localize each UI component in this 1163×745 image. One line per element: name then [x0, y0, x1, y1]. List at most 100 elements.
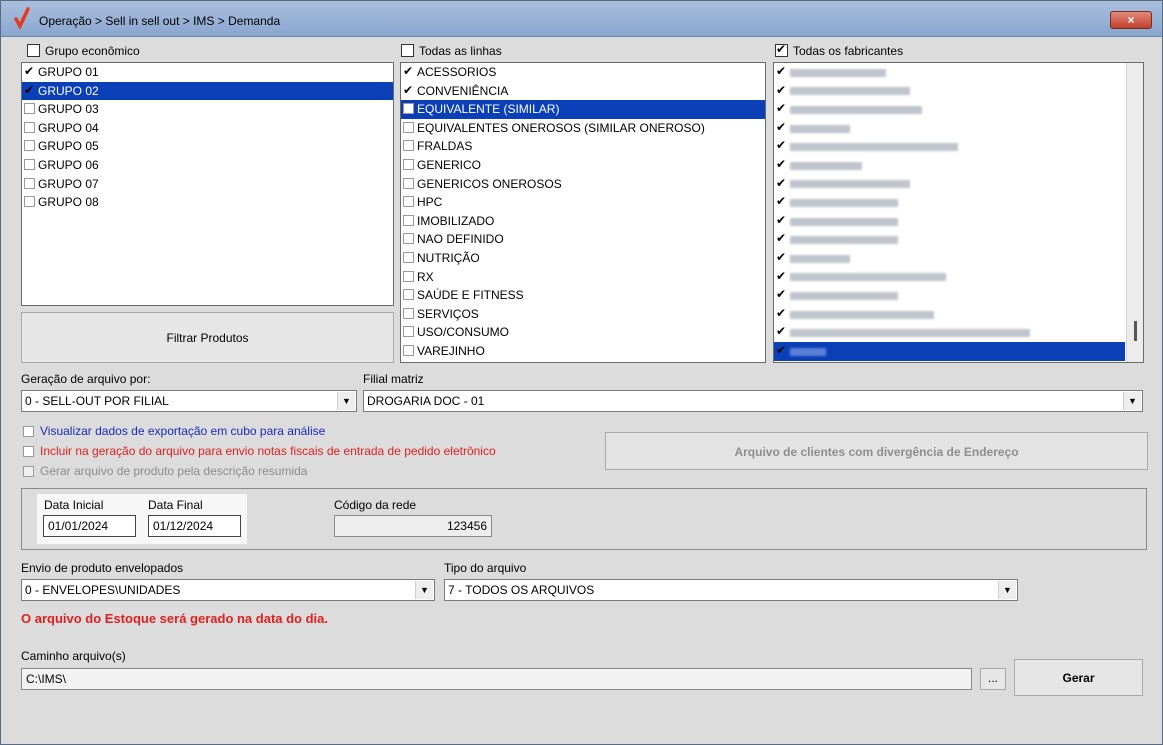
line-item-checkbox[interactable]	[403, 344, 414, 356]
group-item[interactable]: GRUPO 08	[22, 193, 393, 212]
lines-select-all-checkbox[interactable]	[401, 44, 414, 58]
group-item[interactable]: GRUPO 04	[22, 119, 393, 138]
manufacturer-item-checkbox[interactable]	[776, 155, 787, 173]
manufacturer-item[interactable]	[774, 192, 1125, 212]
manufacturer-item-checkbox[interactable]	[776, 322, 787, 340]
manufacturers-scrollbar[interactable]	[1126, 63, 1143, 362]
manufacturer-item[interactable]	[774, 136, 1125, 156]
line-item[interactable]: GENERICOS ONEROSOS	[401, 175, 765, 194]
line-item-checkbox[interactable]	[403, 177, 414, 189]
line-item-checkbox[interactable]	[403, 103, 414, 115]
manufacturer-item[interactable]	[774, 63, 1125, 82]
manufacturer-item[interactable]	[774, 322, 1125, 342]
manufacturer-item[interactable]	[774, 99, 1125, 119]
group-item-checkbox[interactable]	[24, 177, 35, 189]
option-cube-checkbox[interactable]	[23, 426, 34, 438]
line-item[interactable]: NUTRIÇÃO	[401, 249, 765, 268]
manufacturer-item[interactable]	[774, 267, 1125, 287]
manufacturer-item-checkbox[interactable]	[776, 81, 787, 99]
line-item-checkbox[interactable]	[403, 233, 414, 245]
manufacturer-item[interactable]	[774, 248, 1125, 268]
manufacturer-item-checkbox[interactable]	[776, 192, 787, 210]
lines-header[interactable]: Todas as linhas	[401, 43, 502, 58]
browse-button[interactable]: ...	[980, 668, 1006, 690]
manufacturer-item-checkbox[interactable]	[776, 99, 787, 117]
manufacturer-item-checkbox[interactable]	[776, 248, 787, 266]
line-item[interactable]: ACESSORIOS	[401, 63, 765, 82]
line-item-checkbox[interactable]	[403, 63, 414, 80]
envio-select[interactable]: 0 - ENVELOPES\UNIDADES ▼	[21, 579, 435, 601]
manufacturer-item[interactable]	[774, 304, 1125, 324]
chevron-down-icon[interactable]: ▼	[1123, 392, 1141, 410]
group-item[interactable]: GRUPO 03	[22, 100, 393, 119]
groups-header[interactable]: Grupo econômico	[27, 43, 140, 58]
lines-listbox[interactable]: ACESSORIOS CONVENIÊNCIA EQUIVALENTE (SIMIL…	[400, 62, 766, 363]
line-item[interactable]: VAREJINHO	[401, 342, 765, 361]
group-item[interactable]: GRUPO 02	[22, 81, 393, 101]
line-item-checkbox[interactable]	[403, 140, 414, 152]
manufacturer-item-checkbox[interactable]	[776, 285, 787, 303]
manufacturer-item-checkbox[interactable]	[776, 229, 787, 247]
line-item-checkbox[interactable]	[403, 326, 414, 338]
group-item-checkbox[interactable]	[24, 121, 35, 133]
line-item-checkbox[interactable]	[403, 158, 414, 170]
line-item-checkbox[interactable]	[403, 196, 414, 208]
manufacturer-item[interactable]	[774, 229, 1125, 249]
chevron-down-icon[interactable]: ▼	[415, 581, 433, 599]
manufacturer-item-checkbox[interactable]	[776, 118, 787, 136]
start-date-input[interactable]: 01/01/2024	[43, 515, 136, 537]
line-item[interactable]: SAÚDE E FITNESS	[401, 286, 765, 305]
option-cube-export[interactable]: Visualizar dados de exportação em cubo p…	[23, 424, 325, 438]
group-item[interactable]: GRUPO 01	[22, 63, 393, 82]
manufacturer-item-checkbox[interactable]	[776, 267, 787, 285]
manufacturers-select-all-checkbox[interactable]	[775, 42, 788, 58]
manufacturer-item-checkbox[interactable]	[776, 174, 787, 192]
geracao-select[interactable]: 0 - SELL-OUT POR FILIAL ▼	[21, 390, 357, 412]
manufacturer-item-checkbox[interactable]	[776, 304, 787, 322]
line-item[interactable]: GENERICO	[401, 156, 765, 175]
line-item-checkbox[interactable]	[403, 251, 414, 263]
path-input[interactable]: C:\IMS\	[21, 668, 972, 690]
option-include-invoices[interactable]: Incluir na geração do arquivo para envio…	[23, 444, 496, 458]
group-item[interactable]: GRUPO 06	[22, 156, 393, 175]
group-item[interactable]: GRUPO 07	[22, 175, 393, 194]
group-item-checkbox[interactable]	[24, 196, 35, 208]
manufacturer-item-checkbox[interactable]	[776, 341, 787, 359]
line-item[interactable]: IMOBILIZADO	[401, 212, 765, 231]
manufacturers-listbox[interactable]	[773, 62, 1144, 363]
close-button[interactable]: ×	[1110, 11, 1152, 29]
line-item-checkbox[interactable]	[403, 214, 414, 226]
line-item[interactable]: HPC	[401, 193, 765, 212]
manufacturer-item[interactable]	[774, 118, 1125, 138]
line-item[interactable]: EQUIVALENTE (SIMILAR)	[401, 100, 765, 119]
group-item-checkbox[interactable]	[24, 81, 35, 99]
line-item[interactable]: FRALDAS	[401, 137, 765, 156]
line-item[interactable]: NAO DEFINIDO	[401, 230, 765, 249]
scrollbar-thumb[interactable]	[1134, 321, 1137, 341]
generate-button[interactable]: Gerar	[1014, 659, 1143, 696]
manufacturer-item[interactable]	[774, 81, 1125, 101]
line-item-checkbox[interactable]	[403, 121, 414, 133]
group-item-checkbox[interactable]	[24, 103, 35, 115]
manufacturer-item[interactable]	[774, 341, 1125, 361]
network-code-input[interactable]: 123456	[334, 515, 492, 537]
group-item-checkbox[interactable]	[24, 158, 35, 170]
line-item[interactable]: USO/CONSUMO	[401, 323, 765, 342]
manufacturer-item[interactable]	[774, 174, 1125, 194]
option-invoices-checkbox[interactable]	[23, 446, 34, 458]
chevron-down-icon[interactable]: ▼	[337, 392, 355, 410]
manufacturer-item-checkbox[interactable]	[776, 136, 787, 154]
manufacturers-header[interactable]: Todas os fabricantes	[775, 42, 903, 58]
filial-select[interactable]: DROGARIA DOC - 01 ▼	[363, 390, 1143, 412]
manufacturer-item-checkbox[interactable]	[776, 211, 787, 229]
line-item-checkbox[interactable]	[403, 81, 414, 99]
line-item[interactable]: EQUIVALENTES ONEROSOS (SIMILAR ONEROSO)	[401, 119, 765, 138]
manufacturer-item[interactable]	[774, 285, 1125, 305]
groups-listbox[interactable]: GRUPO 01 GRUPO 02 GRUPO 03 GRUPO 04 GRUPO 05…	[21, 62, 394, 306]
groups-select-all-checkbox[interactable]	[27, 44, 40, 58]
line-item[interactable]: SERVIÇOS	[401, 305, 765, 324]
filter-products-button[interactable]: Filtrar Produtos	[21, 312, 394, 363]
group-item-checkbox[interactable]	[24, 140, 35, 152]
line-item[interactable]: RX	[401, 268, 765, 287]
manufacturer-item[interactable]	[774, 155, 1125, 175]
